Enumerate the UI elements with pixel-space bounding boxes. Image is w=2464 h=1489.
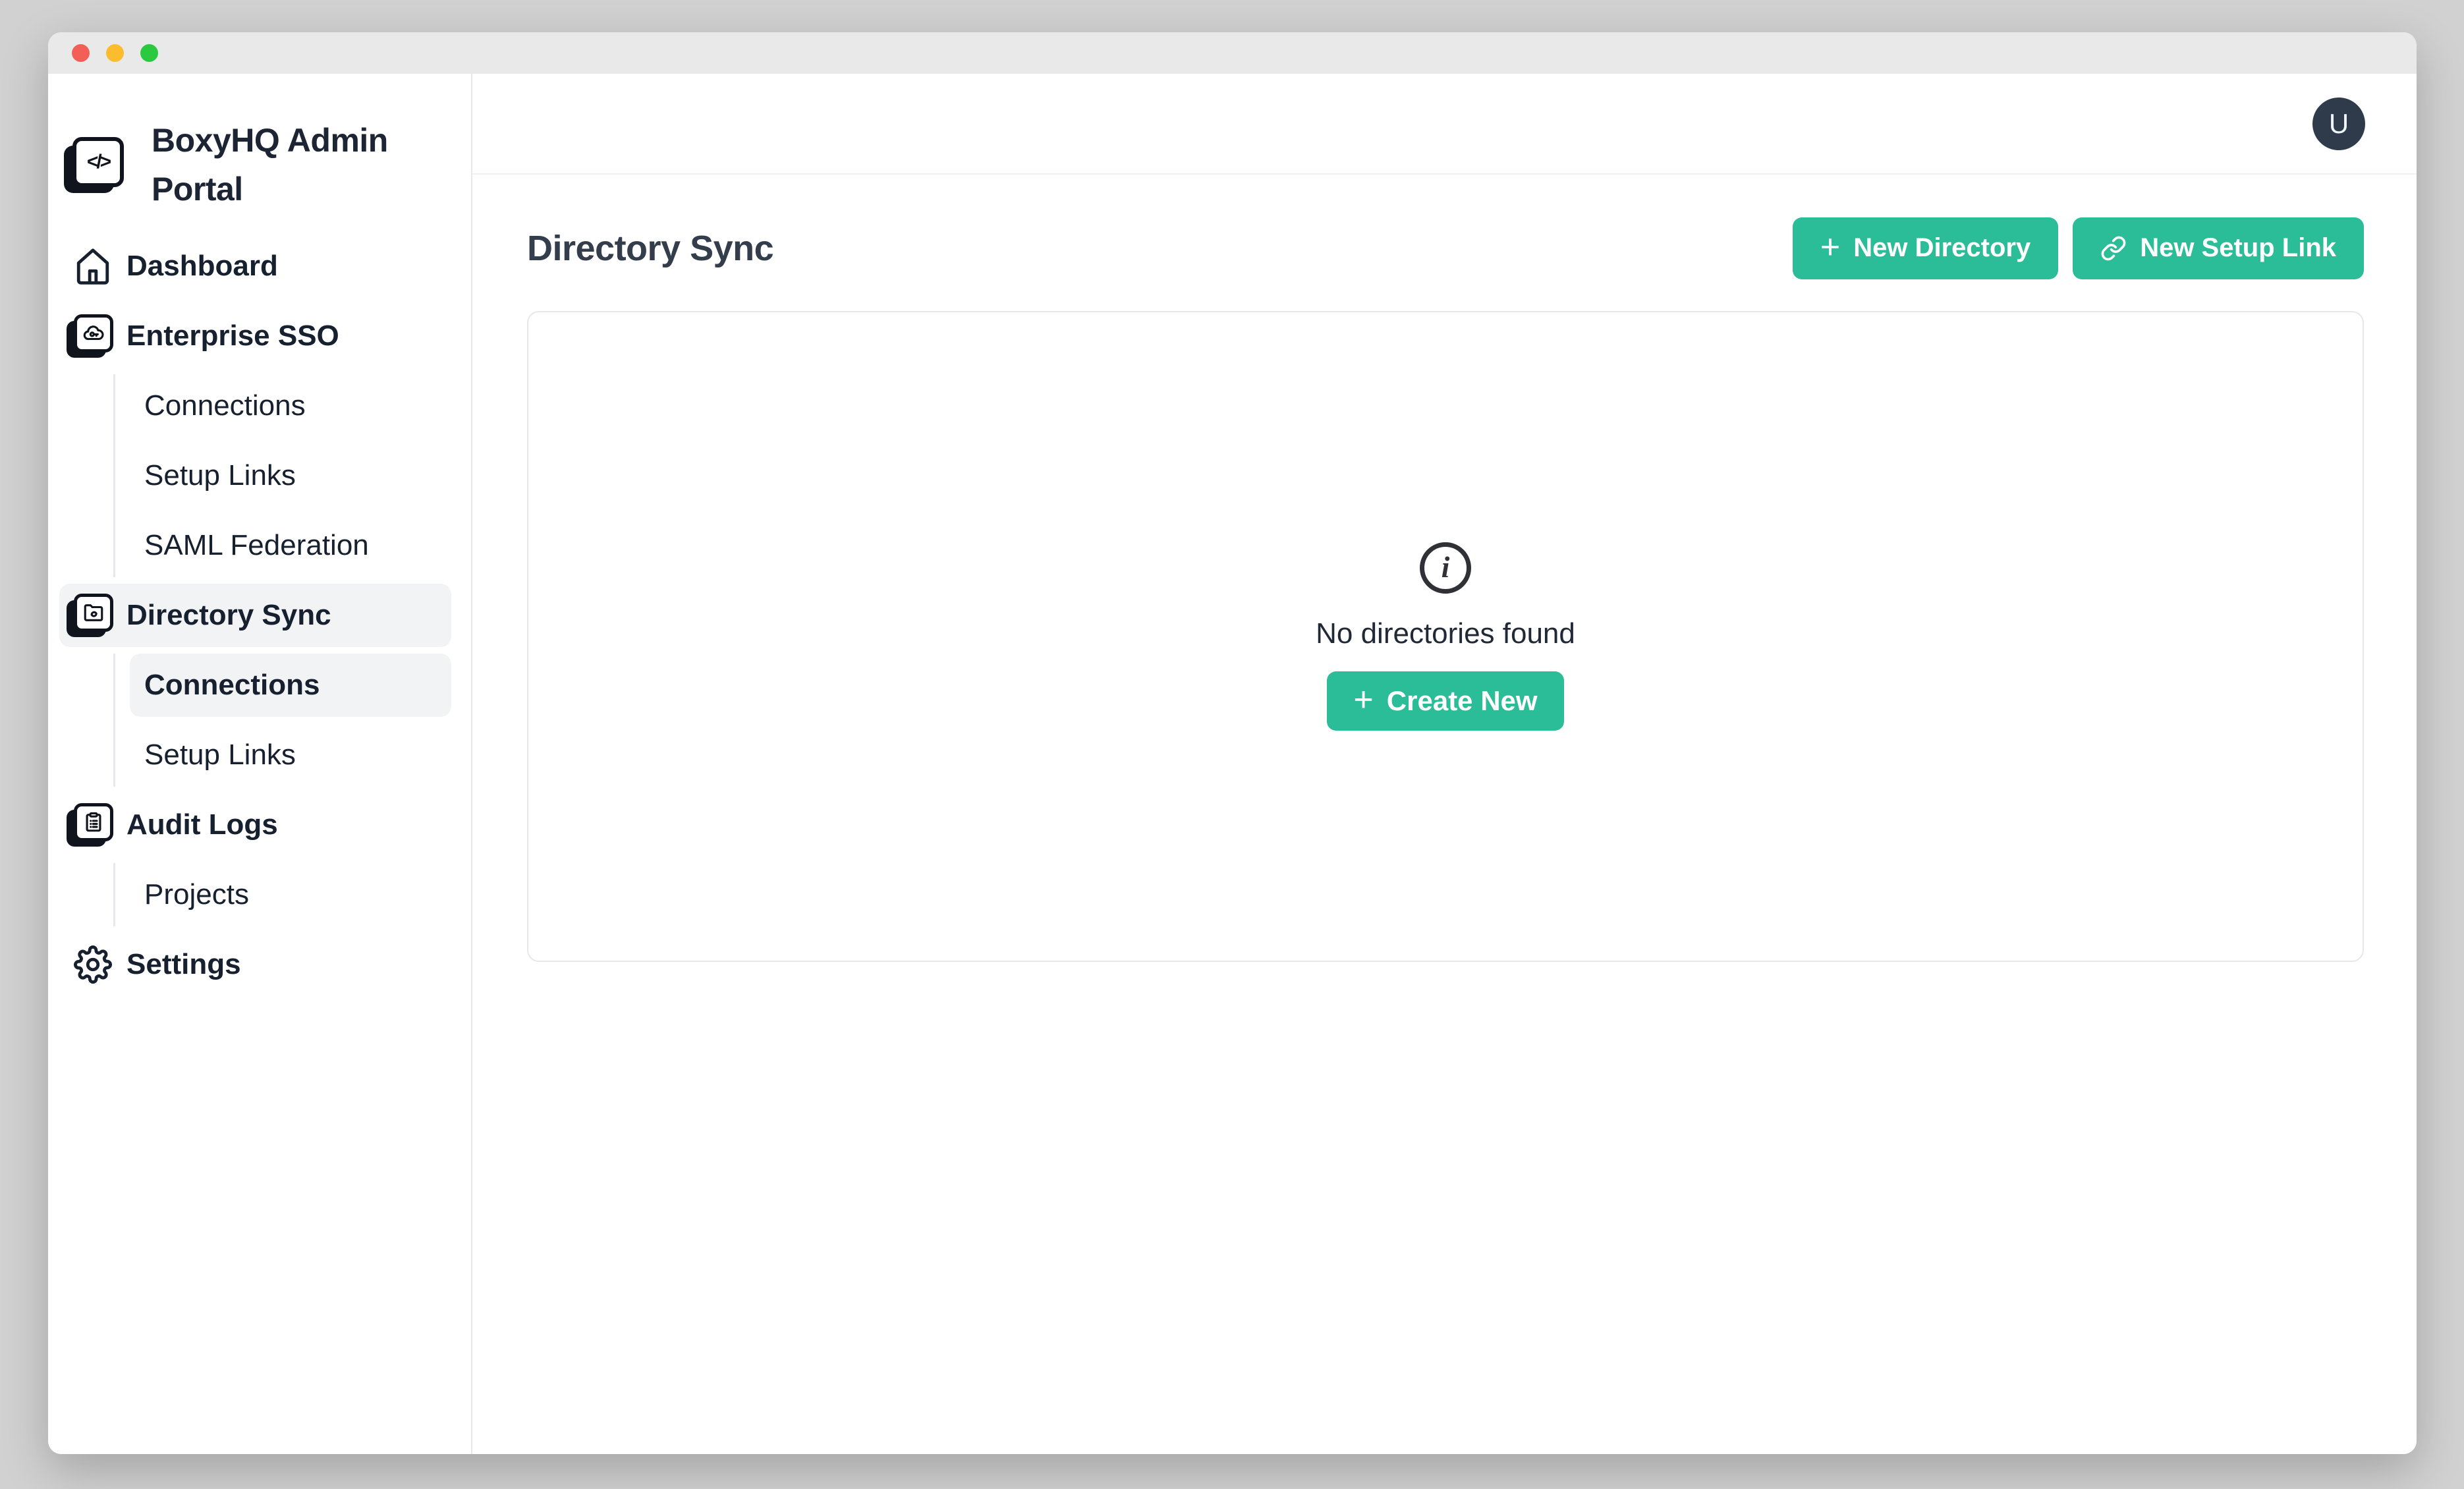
- sidebar-item-label: Audit Logs: [126, 808, 278, 841]
- sidebar-item-label: Settings: [126, 948, 241, 981]
- sidebar-item-label: Projects: [144, 878, 249, 911]
- sidebar-item-audit-logs[interactable]: Audit Logs: [59, 793, 451, 857]
- sidebar: </> BoxyHQ Admin Portal Dashboard: [48, 74, 472, 1454]
- sidebar-item-label: SAML Federation: [144, 529, 369, 562]
- sidebar-item-label: Connections: [144, 669, 320, 702]
- sidebar-nav: Dashboard: [48, 235, 471, 996]
- browser-window: </> BoxyHQ Admin Portal Dashboard: [48, 32, 2417, 1454]
- top-header: U: [472, 74, 2417, 175]
- sidebar-item-label: Setup Links: [144, 739, 296, 772]
- sidebar-item-directory-sync[interactable]: Directory Sync: [59, 584, 451, 647]
- sidebar-item-sso-connections[interactable]: Connections: [130, 374, 451, 437]
- window-titlebar: [48, 32, 2417, 74]
- sidebar-item-dsync-setup-links[interactable]: Setup Links: [130, 723, 451, 787]
- sidebar-item-label: Setup Links: [144, 459, 296, 492]
- sso-cloud-keycap-icon: [72, 314, 113, 358]
- sidebar-item-settings[interactable]: Settings: [59, 933, 451, 996]
- app-logo[interactable]: </> BoxyHQ Admin Portal: [71, 116, 454, 213]
- plus-icon: +: [1353, 683, 1373, 717]
- sidebar-item-label: Connections: [144, 389, 306, 422]
- audit-logs-subgroup: Projects: [113, 863, 471, 926]
- sidebar-item-label: Enterprise SSO: [126, 320, 339, 352]
- minimize-window-button[interactable]: [106, 44, 124, 62]
- sidebar-item-label: Directory Sync: [126, 599, 331, 632]
- create-new-button[interactable]: + Create New: [1327, 671, 1563, 731]
- info-icon: i: [1420, 542, 1471, 594]
- page-actions: + New Directory New Setup Link: [1793, 217, 2364, 279]
- sidebar-item-dashboard[interactable]: Dashboard: [59, 235, 451, 298]
- create-new-label: Create New: [1387, 685, 1538, 717]
- clipboard-keycap-icon: [72, 803, 113, 847]
- user-avatar[interactable]: U: [2312, 98, 2365, 150]
- directories-empty-card: i No directories found + Create New: [527, 311, 2364, 962]
- app-title: BoxyHQ Admin Portal: [152, 116, 454, 213]
- folder-keycap-icon: [72, 594, 113, 637]
- sidebar-item-dsync-connections[interactable]: Connections: [130, 654, 451, 717]
- new-directory-label: New Directory: [1853, 233, 2030, 263]
- new-setup-link-label: New Setup Link: [2140, 233, 2336, 263]
- link-icon: [2100, 235, 2127, 262]
- empty-state-message: No directories found: [1316, 617, 1575, 650]
- sidebar-item-projects[interactable]: Projects: [130, 863, 451, 926]
- directory-sync-subgroup: Connections Setup Links: [113, 654, 471, 787]
- close-window-button[interactable]: [72, 44, 90, 62]
- sidebar-item-enterprise-sso[interactable]: Enterprise SSO: [59, 304, 451, 368]
- new-setup-link-button[interactable]: New Setup Link: [2073, 217, 2364, 279]
- code-glyph: </>: [87, 151, 109, 173]
- new-directory-button[interactable]: + New Directory: [1793, 217, 2058, 279]
- maximize-window-button[interactable]: [140, 44, 158, 62]
- sidebar-item-label: Dashboard: [126, 250, 278, 283]
- page-content: Directory Sync + New Directory New Setup…: [472, 175, 2417, 962]
- main-area: U Directory Sync + New Directory: [472, 74, 2417, 1454]
- code-keycap-icon: </>: [71, 137, 125, 192]
- sidebar-item-sso-setup-links[interactable]: Setup Links: [130, 444, 451, 507]
- gear-icon: [72, 945, 113, 984]
- plus-icon: +: [1820, 230, 1840, 264]
- home-icon: [72, 247, 113, 285]
- enterprise-sso-subgroup: Connections Setup Links SAML Federation: [113, 374, 471, 577]
- page-title: Directory Sync: [527, 228, 773, 269]
- sidebar-item-saml-federation[interactable]: SAML Federation: [130, 514, 451, 577]
